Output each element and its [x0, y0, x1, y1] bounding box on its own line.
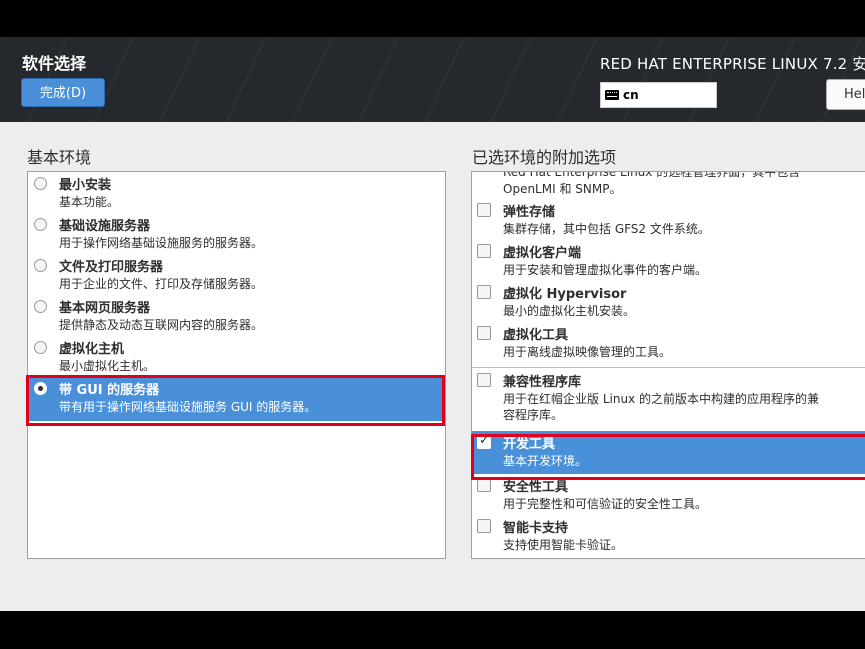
env-label: 基础设施服务器 [59, 219, 151, 234]
checkbox[interactable] [477, 373, 491, 387]
addon-desc: 支持使用智能卡验证。 [503, 538, 624, 552]
env-desc: 用于企业的文件、打印及存储服务器。 [59, 277, 264, 291]
done-button[interactable]: 完成(D) [21, 78, 105, 107]
env-item-virtualization-host[interactable]: 虚拟化主机 最小虚拟化主机。 [28, 336, 445, 378]
env-label: 文件及打印服务器 [59, 260, 164, 275]
keyboard-layout-indicator[interactable]: cn [600, 82, 717, 108]
addon-label: 虚拟化客户端 [503, 246, 582, 261]
addon-label: 弹性存储 [503, 205, 556, 220]
addon-label: 智能卡支持 [503, 521, 569, 536]
env-item-infrastructure[interactable]: 基础设施服务器 用于操作网络基础设施服务的服务器。 [28, 213, 445, 255]
addon-item-virtualization-tools[interactable]: 虚拟化工具 用于离线虚拟映像管理的工具。 [472, 322, 865, 363]
addon-item-smart-card-support[interactable]: 智能卡支持 支持使用智能卡验证。 [472, 515, 865, 556]
checkbox[interactable] [477, 519, 491, 533]
env-desc: 基本功能。 [59, 195, 120, 209]
addon-label: 兼容性程序库 [503, 375, 582, 390]
env-label: 最小安装 [59, 178, 112, 193]
env-desc: 提供静态及动态互联网内容的服务器。 [59, 318, 264, 332]
radio-button[interactable] [34, 177, 47, 190]
addon-desc: 最小的虚拟化主机安装。 [503, 304, 636, 318]
env-desc: 最小虚拟化主机。 [59, 359, 156, 373]
env-item-minimal[interactable]: 最小安装 基本功能。 [28, 172, 445, 214]
addon-label: 虚拟化工具 [503, 328, 569, 343]
checkbox[interactable] [477, 244, 491, 258]
checkbox[interactable] [477, 478, 491, 492]
env-item-file-print[interactable]: 文件及打印服务器 用于企业的文件、打印及存储服务器。 [28, 254, 445, 296]
addon-label: 虚拟化 Hypervisor [503, 287, 627, 302]
env-label: 虚拟化主机 [59, 342, 125, 357]
addon-desc: 用于安装和管理虚拟化事件的客户端。 [503, 263, 708, 277]
help-button[interactable]: Help! [826, 79, 865, 110]
addon-item-security-tools[interactable]: 安全性工具 用于完整性和可信验证的安全性工具。 [472, 474, 865, 515]
radio-button[interactable] [34, 218, 47, 231]
addon-desc: 用于完整性和可信验证的安全性工具。 [503, 497, 708, 511]
separator [472, 367, 865, 368]
env-label: 基本网页服务器 [59, 301, 151, 316]
addon-desc: 集群存储，其中包括 GFS2 文件系统。 [503, 222, 710, 236]
radio-button[interactable] [34, 300, 47, 313]
addon-desc: 用于离线虚拟映像管理的工具。 [503, 345, 672, 359]
keyboard-layout-label: cn [623, 88, 639, 102]
page-title: 软件选择 [22, 54, 87, 73]
addon-desc: 用于在红帽企业版 Linux 的之前版本中构建的应用程序的兼 [503, 392, 819, 406]
header-bar: 软件选择 完成(D) RED HAT ENTERPRISE LINUX 7.2 … [0, 37, 865, 122]
radio-button[interactable] [34, 259, 47, 272]
addon-desc: Red Hat Enterprise Linux 的远程管理界面，其中包含 [503, 171, 801, 179]
addon-desc: 容程序库。 [503, 408, 564, 422]
addon-item-compatibility-libraries[interactable]: 兼容性程序库 用于在红帽企业版 Linux 的之前版本中构建的应用程序的兼 容程… [472, 369, 865, 429]
addons-list: Red Hat Enterprise Linux 的远程管理界面，其中包含 Op… [471, 171, 865, 559]
checkbox[interactable] [477, 326, 491, 340]
checkbox[interactable] [477, 203, 491, 217]
addon-item-remote-management[interactable]: Red Hat Enterprise Linux 的远程管理界面，其中包含 Op… [472, 172, 865, 198]
addon-item-resilient-storage[interactable]: 弹性存储 集群存储，其中包括 GFS2 文件系统。 [472, 199, 865, 240]
installer-screen: 软件选择 完成(D) RED HAT ENTERPRISE LINUX 7.2 … [0, 37, 865, 611]
highlight-box [471, 434, 865, 480]
addon-item-virtualization-client[interactable]: 虚拟化客户端 用于安装和管理虚拟化事件的客户端。 [472, 240, 865, 281]
highlight-box [26, 375, 445, 426]
base-environment-list: 最小安装 基本功能。 基础设施服务器 用于操作网络基础设施服务的服务器。 文件及… [27, 171, 446, 559]
checkbox[interactable] [477, 285, 491, 299]
addon-desc: OpenLMI 和 SNMP。 [503, 182, 622, 196]
product-name: RED HAT ENTERPRISE LINUX 7.2 安 [600, 55, 865, 73]
radio-button[interactable] [34, 341, 47, 354]
addons-title: 已选环境的附加选项 [472, 148, 617, 167]
env-item-web-server[interactable]: 基本网页服务器 提供静态及动态互联网内容的服务器。 [28, 295, 445, 337]
addon-item-virtualization-hypervisor[interactable]: 虚拟化 Hypervisor 最小的虚拟化主机安装。 [472, 281, 865, 322]
env-desc: 用于操作网络基础设施服务的服务器。 [59, 236, 264, 250]
keyboard-icon [605, 90, 619, 100]
base-environment-title: 基本环境 [27, 148, 92, 167]
